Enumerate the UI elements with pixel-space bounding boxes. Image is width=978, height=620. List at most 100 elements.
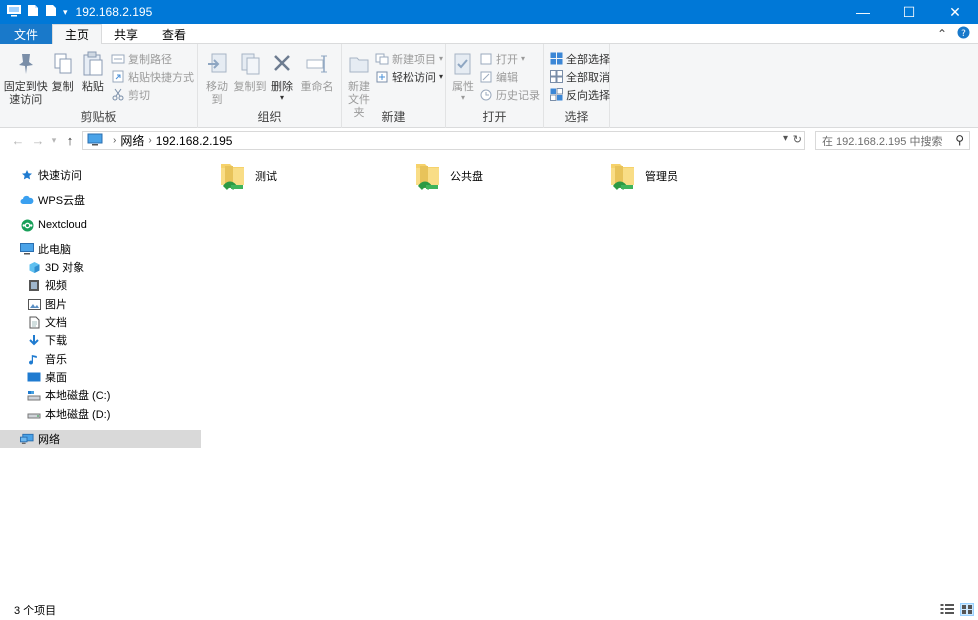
easy-access-button[interactable]: 轻松访问 ▾ (375, 68, 443, 85)
sidebar-item[interactable]: 桌面 (0, 368, 201, 386)
open-dropdown-icon: ▾ (521, 54, 526, 63)
select-all-icon (549, 52, 563, 66)
collapse-ribbon-icon[interactable]: ⌃ (937, 27, 947, 41)
tab-home[interactable]: 主页 (52, 24, 103, 45)
paste-label: 粘贴 (81, 81, 104, 93)
invert-selection-label: 反向选择 (566, 89, 610, 102)
properties-qa-icon[interactable] (27, 4, 39, 20)
copy-path-label: 复制路径 (127, 53, 172, 66)
details-view-icon[interactable] (940, 603, 954, 616)
sidebar-item[interactable]: 文档 (0, 313, 201, 331)
invert-selection-button[interactable]: 反向选择 (549, 86, 610, 103)
status-bar: 3 个项目 (0, 600, 978, 620)
minimize-button[interactable]: — (840, 0, 886, 24)
breadcrumb-network[interactable]: 网络 (120, 132, 144, 149)
refresh-icon[interactable]: ↻ (793, 133, 802, 146)
search-input[interactable]: 在 192.168.2.195 中搜索 ⚲ (815, 131, 970, 150)
customize-qa-icon[interactable]: ▾ (63, 7, 68, 18)
computer-icon (20, 242, 34, 256)
edit-button[interactable]: 编辑 (479, 68, 540, 85)
star-icon (20, 168, 34, 182)
maximize-button[interactable]: ☐ (886, 0, 932, 24)
sidebar-item-label: 3D 对象 (45, 262, 85, 274)
history-label: 历史记录 (496, 89, 540, 102)
up-arrow-icon[interactable]: ↑ (60, 133, 80, 148)
sidebar-item[interactable]: 3D 对象 (0, 258, 201, 276)
list-item[interactable]: 公共盘 (412, 158, 483, 198)
edit-label: 编辑 (496, 71, 518, 84)
address-dropdown-icon[interactable]: ▾ (783, 133, 788, 144)
new-folder-icon (345, 49, 373, 79)
ribbon-tabs: 文件 主页 共享 查看 ⌃ ? (0, 24, 978, 45)
paste-shortcut-button[interactable]: 粘贴快捷方式 (111, 68, 194, 85)
search-icon[interactable]: ⚲ (955, 133, 964, 147)
pin-label: 固定到快 速访问 (3, 81, 48, 106)
sidebar-item[interactable]: 此电脑 (0, 240, 201, 258)
file-list: 测试 公共盘 管理员 (205, 156, 978, 596)
forward-arrow-icon[interactable]: → (28, 133, 48, 148)
organize-group-label: 组织 (257, 110, 282, 124)
breadcrumb-separator-icon: › (113, 135, 117, 146)
select-all-button[interactable]: 全部选择 (549, 50, 610, 67)
address-field[interactable]: › 网络 › 192.168.2.195 ▾ ↻ (82, 131, 805, 150)
sidebar-item[interactable]: 图片 (0, 295, 201, 313)
paste-icon (79, 49, 107, 79)
quick-access-toolbar: ▾ (0, 4, 68, 20)
tab-file[interactable]: 文件 (0, 24, 53, 44)
item-count: 3 个项目 (14, 605, 57, 617)
new-group-label: 新建 (381, 110, 406, 124)
sidebar-item-label: Nextcloud (38, 219, 87, 231)
window-title: 192.168.2.195 (75, 5, 153, 19)
rename-icon (303, 49, 331, 79)
select-all-label: 全部选择 (566, 53, 610, 66)
easy-access-label: 轻松访问 (392, 71, 436, 84)
sidebar-item[interactable]: 下载 (0, 331, 201, 349)
paste-shortcut-label: 粘贴快捷方式 (127, 71, 194, 84)
sidebar-item[interactable]: 快速访问 (0, 166, 201, 184)
large-icons-view-icon[interactable] (960, 603, 974, 616)
sidebar-item-label: 网络 (38, 434, 60, 446)
sidebar-item[interactable]: 本地磁盘 (C:) (0, 386, 201, 404)
recent-locations-icon[interactable]: ▾ (48, 135, 60, 146)
back-arrow-icon[interactable]: ← (8, 133, 28, 148)
cloud-icon (20, 193, 34, 207)
copy-label: 复制 (51, 81, 74, 93)
sidebar-item[interactable]: 本地磁盘 (D:) (0, 405, 201, 423)
open-group-label: 打开 (482, 110, 507, 124)
sidebar-item[interactable]: WPS云盘 (0, 191, 201, 209)
help-icon[interactable]: ? (957, 26, 970, 42)
new-item-button[interactable]: 新建项目 ▾ (375, 50, 443, 67)
list-item[interactable]: 管理员 (607, 158, 678, 198)
sidebar-item[interactable]: 网络 (0, 430, 201, 448)
cut-button[interactable]: 剪切 (111, 86, 194, 103)
sidebar-item[interactable]: 视频 (0, 276, 201, 294)
ribbon: 固定到快 速访问 复制 粘贴 复制路径 粘贴快捷方式 剪切 剪贴板 移动到 复制… (0, 44, 978, 128)
select-none-button[interactable]: 全部取消 (549, 68, 610, 85)
rename-label: 重命名 (300, 81, 334, 93)
folder-name: 管理员 (645, 171, 678, 183)
breadcrumb-separator-icon[interactable]: › (148, 135, 151, 146)
move-to-label: 移动到 (206, 81, 228, 106)
tab-view[interactable]: 查看 (150, 24, 198, 44)
title-bar: ▾ 192.168.2.195 — ☐ ✕ (0, 0, 978, 24)
history-button[interactable]: 历史记录 (479, 86, 540, 103)
sidebar-item-label: 本地磁盘 (D:) (45, 409, 111, 421)
copy-path-button[interactable]: 复制路径 (111, 50, 194, 67)
tab-share[interactable]: 共享 (102, 24, 150, 44)
navigation-pane: 快速访问 WPS云盘 Nextcloud 此电脑 3D 对象视频 图片 文档下载音乐 桌面本地… (0, 156, 202, 596)
open-icon (479, 52, 493, 66)
breadcrumb-host[interactable]: 192.168.2.195 (156, 134, 233, 148)
list-item[interactable]: 测试 (217, 158, 277, 198)
sidebar-item-label: 下载 (45, 335, 67, 347)
select-group-label: 选择 (564, 110, 589, 124)
properties-dropdown-icon: ▾ (460, 93, 465, 102)
sidebar-item[interactable]: Nextcloud (0, 216, 201, 234)
folder-name: 公共盘 (450, 171, 483, 183)
open-button[interactable]: 打开 ▾ (479, 50, 540, 67)
new-item-dropdown-icon: ▾ (439, 54, 444, 63)
sidebar-item[interactable]: 音乐 (0, 350, 201, 368)
close-button[interactable]: ✕ (932, 0, 978, 24)
new-folder-qa-icon[interactable] (45, 4, 57, 20)
delete-dropdown-icon[interactable]: ▾ (280, 94, 284, 102)
sidebar-item-label: 本地磁盘 (C:) (45, 390, 111, 402)
